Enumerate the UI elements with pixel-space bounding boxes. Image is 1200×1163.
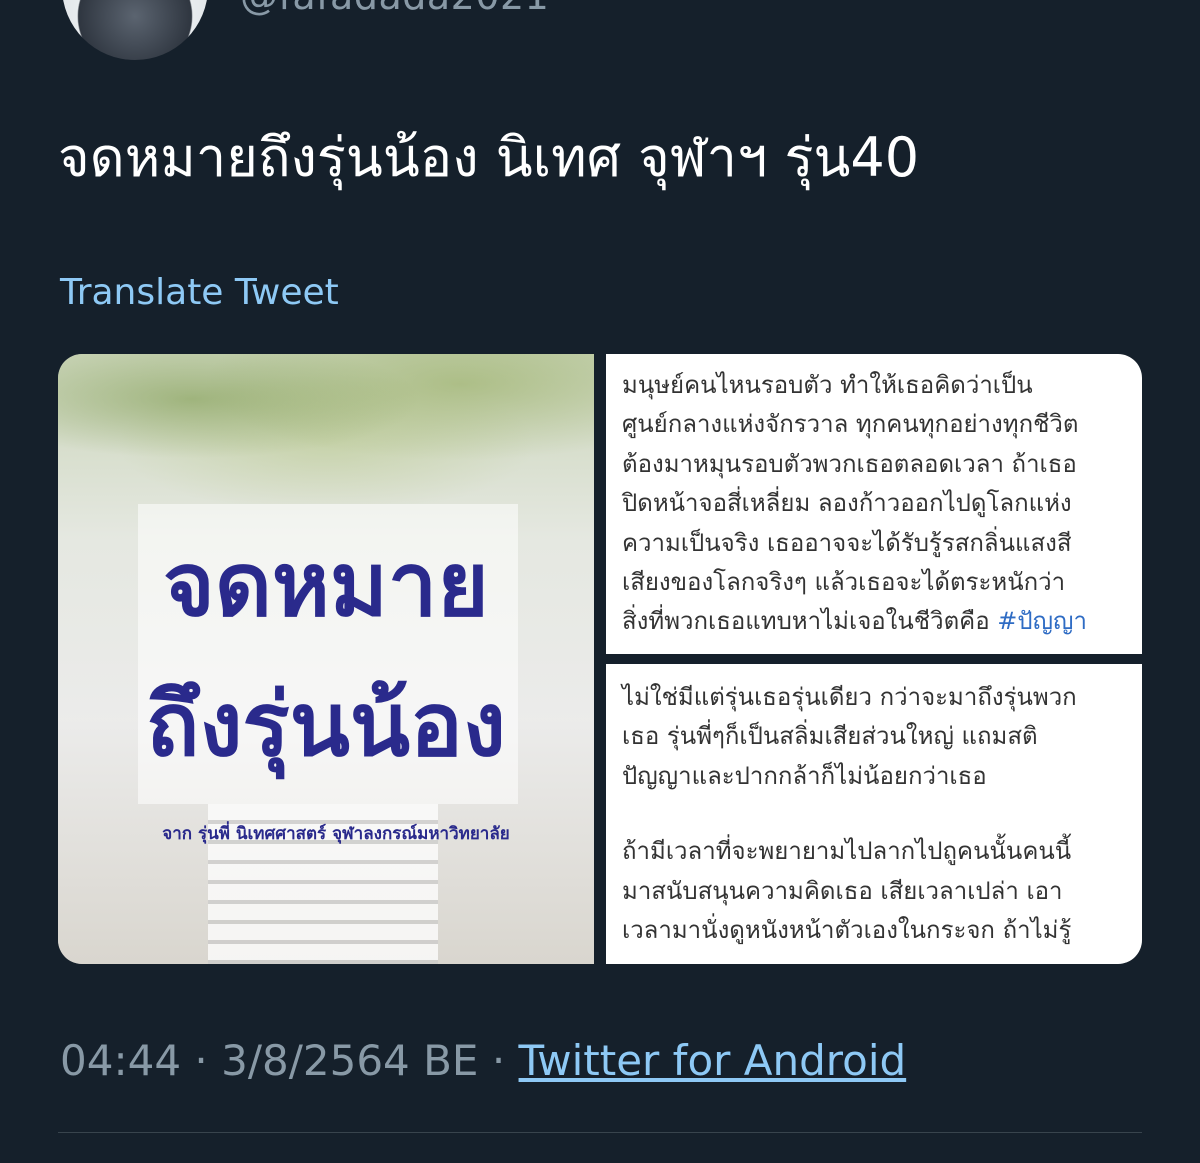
letter-line: ไม่ใช่มีแต่รุ่นเธอรุ่นเดียว กว่าจะมาถึงร… xyxy=(622,683,1077,711)
poster-title-line1: จดหมาย xyxy=(163,533,489,636)
letter-line: ปิดหน้าจอสี่เหลี่ยม ลองก้าวออกไปดูโลกแห่… xyxy=(622,489,1072,518)
letter-line: ความเป็นจริง เธออาจจะได้รับรู้รสกลิ่นแสง… xyxy=(622,528,1072,557)
author-handle[interactable]: @fafadada2021 xyxy=(240,0,549,18)
media-image-letter-page-1[interactable]: มนุษย์คนไหนรอบตัว ทำให้เธอคิดว่าเป็น ศูน… xyxy=(606,354,1142,654)
letter-line: ปัญญาและปากกล้าก็ไม่น้อยกว่าเธอ xyxy=(622,761,987,790)
letter-line-text: สิ่งที่พวกเธอแทบหาไม่เจอในชีวิตคือ xyxy=(622,607,990,636)
letter-line: เธอ รุ่นพี่ๆก็เป็นสลิ่มเสียส่วนใหญ่ แถมส… xyxy=(622,722,1038,751)
tweet-text: จดหมายถึงรุ่นน้อง นิเทศ จุฬาฯ รุ่น40 xyxy=(58,126,920,189)
tweet-time: 04:44 xyxy=(60,1036,182,1085)
letter-line: มนุษย์คนไหนรอบตัว ทำให้เธอคิดว่าเป็น xyxy=(622,371,1033,399)
media-image-letter-page-2[interactable]: ไม่ใช่มีแต่รุ่นเธอรุ่นเดียว กว่าจะมาถึงร… xyxy=(606,664,1142,964)
poster-title-line2: ถึงรุ่นน้อง xyxy=(146,673,506,776)
tweet-detail: @fafadada2021 จดหมายถึงรุ่นน้อง นิเทศ จุ… xyxy=(0,0,1200,1163)
meta-separator: · xyxy=(491,1036,506,1085)
letter-line: เสียงของโลกจริงๆ แล้วเธอจะได้ตระหนักว่า xyxy=(622,568,1066,597)
avatar[interactable] xyxy=(62,0,208,60)
hashtag: #ปัญญา xyxy=(997,607,1087,636)
letter-line: สิ่งที่พวกเธอแทบหาไม่เจอในชีวิตคือ #ปัญญ… xyxy=(622,602,1132,641)
tweet-meta: 04:44 · 3/8/2564 BE · Twitter for Androi… xyxy=(60,1036,906,1085)
letter-page-2-text: ไม่ใช่มีแต่รุ่นเธอรุ่นเดียว กว่าจะมาถึงร… xyxy=(622,678,1132,950)
meta-separator: · xyxy=(194,1036,208,1085)
media-grid: จดหมาย ถึงรุ่นน้อง จาก รุ่นพี่ นิเทศศาสต… xyxy=(58,354,1142,964)
letter-paragraph: ถ้ามีเวลาที่จะพยายามไปลากไปถูคนนั้นคนนี้… xyxy=(622,832,1132,950)
letter-page-1-text: มนุษย์คนไหนรอบตัว ทำให้เธอคิดว่าเป็น ศูน… xyxy=(622,366,1132,642)
letter-line: ศูนย์กลางแห่งจักรวาล ทุกคนทุกอย่างทุกชีว… xyxy=(622,410,1079,439)
letter-line: ถ้ามีเวลาที่จะพยายามไปลากไปถูคนนั้นคนนี้ xyxy=(622,837,1072,866)
letter-line: มาสนับสนุนความคิดเธอ เสียเวลาเปล่า เอา xyxy=(622,876,1063,905)
letter-line: ต้องมาหมุนรอบตัวพวกเธอตลอดเวลา ถ้าเธอ xyxy=(622,449,1077,478)
letter-paragraph: ไม่ใช่มีแต่รุ่นเธอรุ่นเดียว กว่าจะมาถึงร… xyxy=(622,678,1132,796)
poster-foliage xyxy=(58,354,594,504)
divider xyxy=(58,1132,1142,1133)
media-image-poster[interactable]: จดหมาย ถึงรุ่นน้อง จาก รุ่นพี่ นิเทศศาสต… xyxy=(58,354,594,964)
poster-subtitle: จาก รุ่นพี่ นิเทศศาสตร์ จุฬาลงกรณ์มหาวิท… xyxy=(162,824,510,844)
letter-line: เวลามานั่งดูหนังหน้าตัวเองในกระจก ถ้าไม่… xyxy=(622,916,1072,945)
tweet-date: 3/8/2564 BE xyxy=(221,1036,479,1085)
translate-tweet-link[interactable]: Translate Tweet xyxy=(60,272,339,313)
tweet-source-link[interactable]: Twitter for Android xyxy=(519,1036,907,1085)
